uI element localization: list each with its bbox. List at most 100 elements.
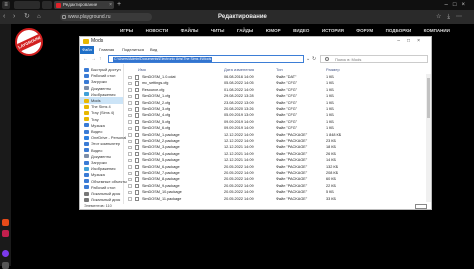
sidebar-app-icon[interactable] — [2, 219, 9, 226]
nav-item-icon — [84, 98, 89, 103]
file-explorer-window: Mods –□× Файл Главная Поделиться Вид ←→↑… — [79, 36, 432, 210]
reload-icon[interactable]: ↻ — [24, 10, 30, 24]
nav-arrows-icon[interactable]: ←→↑ — [83, 54, 105, 64]
row-checkbox[interactable] — [128, 152, 132, 156]
row-checkbox[interactable] — [128, 139, 132, 143]
nav-item-icon — [84, 123, 89, 128]
nav-item[interactable]: ФАЙЛЫ — [181, 26, 199, 36]
scrollbar-thumb[interactable] — [427, 78, 430, 118]
column-size[interactable]: Размер — [326, 66, 340, 73]
ribbon-tab-view[interactable]: Вид — [150, 46, 157, 54]
site-nav: ИГРЫ НОВОСТИ ФАЙЛЫ ЧИТЫ ГАЙДЫ ЮМОР ВИДЕО… — [120, 26, 450, 36]
new-tab-button[interactable]: + — [117, 0, 121, 10]
scrollbar[interactable] — [426, 74, 431, 202]
path-text: C:\Users\Admin\Documents\Electronic Arts… — [113, 57, 213, 62]
file-icon — [135, 190, 139, 195]
file-row[interactable]: SimDOSM_11.package 20.05.2022 14:09 Файл "… — [126, 196, 426, 202]
tab-pinned-1[interactable] — [14, 1, 40, 9]
file-icon — [135, 196, 139, 202]
logo-band: PLAYGROUND — [17, 33, 41, 53]
row-checkbox[interactable] — [128, 145, 132, 150]
nav-item-icon — [84, 148, 89, 153]
path-field[interactable]: C:\Users\Admin\Documents\Electronic Arts… — [108, 55, 304, 63]
column-headers: Имя Дата изменения Тип Размер — [126, 66, 426, 73]
path-row: ←→↑ C:\Users\Admin\Documents\Electronic … — [80, 54, 431, 64]
nav-item-label: Локальный диск — [91, 197, 121, 203]
row-checkbox[interactable] — [128, 184, 132, 188]
column-date[interactable]: Дата изменения — [224, 66, 254, 73]
nav-item[interactable]: ГАЙДЫ — [237, 26, 253, 36]
file-icon — [135, 119, 139, 125]
nav-item[interactable]: ПОДБОРКИ — [386, 26, 412, 36]
file-icon — [135, 100, 139, 106]
file-name: SimDOSM_11.package — [142, 196, 182, 201]
file-icon — [135, 81, 139, 86]
url-text: www.playground.ru — [68, 14, 111, 20]
file-icon — [135, 75, 139, 80]
row-checkbox[interactable] — [128, 88, 132, 92]
row-checkbox[interactable] — [128, 113, 132, 118]
site-logo[interactable]: PLAYGROUND — [15, 28, 43, 56]
view-toggle-icon[interactable] — [415, 204, 427, 209]
toolbar-icons[interactable]: ☆⤓⋯ — [436, 10, 468, 24]
row-checkbox[interactable] — [128, 107, 132, 111]
row-checkbox[interactable] — [128, 158, 132, 163]
nav-item[interactable]: НОВОСТИ — [146, 26, 169, 36]
row-checkbox[interactable] — [128, 190, 132, 195]
nav-item[interactable]: ФОРУМ — [356, 26, 373, 36]
back-icon[interactable]: ‹ — [3, 10, 5, 24]
home-icon[interactable]: ⌂ — [37, 10, 41, 24]
file-date: 20.05.2022 14:09 — [224, 196, 254, 201]
row-checkbox[interactable] — [128, 165, 132, 169]
refresh-icon[interactable]: ↻ — [312, 55, 316, 63]
row-checkbox[interactable] — [128, 75, 132, 79]
browser-menu-button[interactable]: ≡ — [2, 1, 10, 9]
sidebar-assistant-icon[interactable] — [2, 250, 9, 257]
nav-item-icon — [84, 129, 89, 134]
search-input[interactable]: Поиск в: Mods — [320, 55, 428, 63]
sidebar-music-icon[interactable] — [2, 230, 9, 237]
lock-icon — [62, 14, 66, 19]
row-checkbox[interactable] — [128, 81, 132, 86]
file-icon — [135, 87, 139, 93]
path-dropdown-icon[interactable]: ⌄ — [306, 55, 310, 63]
tab-pinned-2[interactable] — [42, 1, 52, 9]
ribbon-tab-home[interactable]: Главная — [99, 46, 114, 54]
explorer-window-controls[interactable]: –□× — [397, 37, 427, 46]
forward-icon[interactable]: › — [13, 10, 15, 24]
nav-item[interactable]: ИГРЫ — [120, 26, 133, 36]
row-checkbox[interactable] — [128, 177, 132, 182]
nav-item-icon — [84, 191, 89, 196]
ribbon-tab-share[interactable]: Поделиться — [122, 46, 144, 54]
nav-item-icon — [84, 160, 89, 165]
row-checkbox[interactable] — [128, 101, 132, 105]
row-checkbox[interactable] — [128, 94, 132, 99]
row-checkbox[interactable] — [128, 120, 132, 124]
nav-item[interactable]: ВИДЕО — [293, 26, 309, 36]
nav-item-icon — [84, 79, 89, 84]
row-checkbox[interactable] — [128, 197, 132, 201]
page-title: Редактирование — [218, 14, 267, 20]
url-field[interactable]: www.playground.ru — [60, 13, 152, 21]
nav-item[interactable]: ИСТОРИЯ — [322, 26, 344, 36]
nav-item-icon — [84, 154, 89, 159]
ribbon-tab-file[interactable]: Файл — [80, 46, 94, 54]
row-checkbox[interactable] — [128, 126, 132, 131]
nav-item[interactable]: КОМПАНИИ — [424, 26, 450, 36]
explorer-titlebar: Mods –□× — [80, 37, 431, 46]
column-name[interactable]: Имя — [138, 66, 146, 73]
window-controls[interactable]: –□× — [445, 0, 470, 10]
nav-item[interactable]: ЧИТЫ — [211, 26, 225, 36]
nav-item-icon — [84, 73, 89, 78]
close-tab-icon[interactable]: × — [109, 1, 112, 9]
file-icon — [135, 145, 139, 150]
tab-bar: ≡ Редактирование × + –□× — [0, 0, 474, 10]
row-checkbox[interactable] — [128, 171, 132, 175]
column-type[interactable]: Тип — [276, 66, 283, 73]
tab-active[interactable]: Редактирование × — [54, 1, 114, 9]
row-checkbox[interactable] — [128, 133, 132, 137]
sidebar — [0, 24, 11, 269]
nav-item-icon — [84, 179, 89, 184]
ribbon-tabs: Файл Главная Поделиться Вид — [80, 46, 431, 54]
nav-item[interactable]: ЮМОР — [266, 26, 281, 36]
